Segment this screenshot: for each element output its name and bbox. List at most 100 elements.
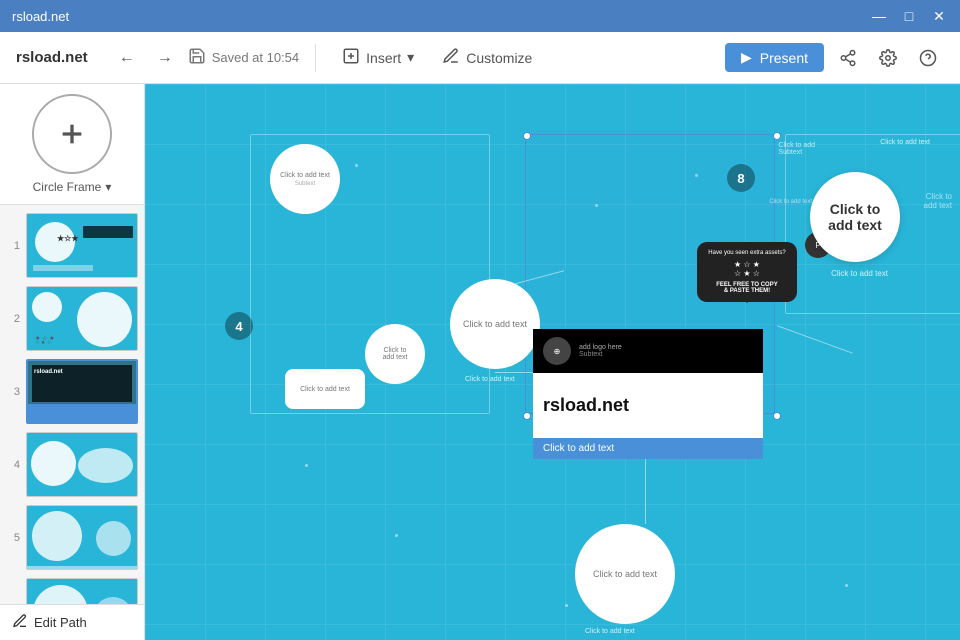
resize-handle-tl[interactable]	[523, 132, 531, 140]
main-layout: Circle Frame ▾ 1 ★☆★ 2	[0, 84, 960, 640]
slide-number-2: 2	[6, 313, 20, 325]
slide-number-5: 5	[6, 532, 20, 544]
title-bar: rsload.net — □ ✕	[0, 0, 960, 32]
insert-label: Insert	[366, 50, 401, 66]
minimize-button[interactable]: —	[870, 7, 888, 25]
big-bubble-sub-text: Click to add text	[831, 269, 888, 278]
settings-button[interactable]	[872, 42, 904, 74]
slide-thumb-3[interactable]: rsload.net	[26, 359, 138, 424]
slide-thumb-2[interactable]: ★ ☆ ★ ☆ ★ ☆	[26, 286, 138, 351]
canvas-area[interactable]: Click to add text 4 3 8 Click to add tex…	[145, 84, 960, 640]
add-logo-label: add logo here	[579, 344, 622, 351]
far-right-hint: Click toadd text	[924, 192, 952, 210]
forward-button[interactable]: →	[150, 43, 180, 73]
slide-thumb-5[interactable]	[26, 505, 138, 570]
slide-logo-area: ⊕ add logo here Subtext	[533, 329, 763, 373]
big-right-bubble[interactable]: Click toadd text	[810, 172, 900, 262]
speech-bubble: Have you seen extra assets? ★ ☆ ★ ☆ ★ ☆ …	[697, 242, 797, 302]
window-controls: — □ ✕	[870, 7, 948, 25]
slide-list: 1 ★☆★ 2 ★ ☆ ★ ☆ ★ ☆	[0, 205, 144, 604]
bubble-text: Click to add text	[463, 319, 527, 329]
bubble-text: Click to add text Subtext	[280, 172, 330, 187]
add-logo-sublabel: Subtext	[579, 351, 622, 358]
back-button[interactable]: ←	[112, 43, 142, 73]
divider-1	[315, 44, 316, 72]
slide-item-6[interactable]: 6	[4, 574, 140, 604]
slide-item-5[interactable]: 5	[4, 501, 140, 574]
save-status: Saved at 10:54	[212, 50, 299, 65]
speech-cta: FEEL FREE TO COPY& PASTE THEM!	[705, 282, 789, 294]
bubble-center-main[interactable]: Click to add text	[450, 279, 540, 369]
speech-top-text: Have you seen extra assets?	[705, 250, 789, 256]
slide-add-text-bar[interactable]: Click to add text	[533, 438, 763, 459]
connector-line-3	[777, 325, 853, 353]
slide-item-3[interactable]: 3 rsload.net	[4, 355, 140, 428]
star-particle	[305, 464, 308, 467]
bubble-text: Click to add text	[300, 386, 350, 393]
help-button[interactable]	[912, 42, 944, 74]
edit-path-label: Edit Path	[34, 615, 87, 630]
resize-handle-br[interactable]	[773, 412, 781, 420]
slide-add-text-label: Click to add text	[543, 443, 614, 454]
slide-number-1: 1	[6, 240, 20, 252]
bubble-top-left[interactable]: Click to add text Subtext	[270, 144, 340, 214]
speech-stars: ★ ☆ ★	[705, 260, 789, 269]
slide-number-3: 3	[6, 386, 20, 398]
slide-thumb-4[interactable]	[26, 432, 138, 497]
slide-panel[interactable]: ⊕ add logo here Subtext rsload.net Click…	[533, 329, 763, 459]
speech-tail	[742, 298, 752, 308]
logo-circle: ⊕	[543, 337, 571, 365]
share-button[interactable]	[832, 42, 864, 74]
customize-icon	[442, 47, 460, 68]
app-title: rsload.net	[12, 9, 69, 24]
slide-item-2[interactable]: 2 ★ ☆ ★ ☆ ★ ☆	[4, 282, 140, 355]
slide-item-4[interactable]: 4	[4, 428, 140, 501]
mini-frame-label-tr: Click to add text	[880, 139, 930, 146]
close-button[interactable]: ✕	[930, 7, 948, 25]
frame-chevron-icon: ▾	[105, 180, 111, 194]
customize-label: Customize	[466, 50, 532, 66]
maximize-button[interactable]: □	[900, 7, 918, 25]
insert-button[interactable]: Insert ▾	[332, 41, 424, 74]
edit-path-icon	[12, 613, 28, 632]
insert-icon	[342, 47, 360, 68]
customize-button[interactable]: Customize	[432, 41, 542, 74]
vertical-connector	[645, 459, 646, 524]
frame-type-label: Circle Frame	[33, 180, 102, 194]
bubble-bottom-center[interactable]: Click to add text	[575, 524, 675, 624]
star-particle	[565, 604, 568, 607]
star-particle	[395, 534, 398, 537]
badge-8: 8	[727, 164, 755, 192]
save-area: Saved at 10:54	[188, 47, 299, 68]
badge-4: 4	[225, 312, 253, 340]
slide-logo-text: rsload.net	[543, 395, 629, 416]
toolbar: rsload.net ← → Saved at 10:54 Insert ▾ C…	[0, 32, 960, 84]
slide-item-1[interactable]: 1 ★☆★	[4, 209, 140, 282]
slide-thumb-1[interactable]: ★☆★	[26, 213, 138, 278]
resize-handle-bl[interactable]	[523, 412, 531, 420]
add-frame-button[interactable]	[32, 94, 112, 174]
edit-path-button[interactable]: Edit Path	[0, 604, 144, 640]
big-bubble-text: Click toadd text	[828, 201, 882, 233]
logo-icon-text: ⊕	[554, 347, 561, 356]
right-mini-label-2: Click to add text	[769, 199, 812, 205]
toolbar-logo: rsload.net	[16, 49, 88, 66]
bubble-bottom-left[interactable]: Click to add text	[285, 369, 365, 409]
bubble-text: Click toadd text	[383, 347, 408, 361]
resize-handle-tr[interactable]	[773, 132, 781, 140]
save-icon	[188, 47, 206, 68]
present-button[interactable]: ▶ Present	[725, 43, 824, 72]
slide-number-4: 4	[6, 459, 20, 471]
bubble-center-left[interactable]: Click toadd text	[365, 324, 425, 384]
sub-text-center: Click to add text	[465, 376, 515, 383]
right-mini-label-1: Click to addSubtext	[778, 142, 815, 156]
bubble-bottom-text: Click to add text	[593, 569, 657, 579]
play-icon: ▶	[741, 49, 752, 66]
present-label: Present	[760, 50, 808, 66]
frame-adder: Circle Frame ▾	[0, 84, 144, 205]
left-sidebar: Circle Frame ▾ 1 ★☆★ 2	[0, 84, 145, 640]
frame-type-selector[interactable]: Circle Frame ▾	[33, 180, 112, 194]
slide-thumb-6[interactable]	[26, 578, 138, 604]
slide-logo-text-area: rsload.net	[533, 373, 763, 438]
logo-text-area: add logo here Subtext	[579, 344, 622, 358]
